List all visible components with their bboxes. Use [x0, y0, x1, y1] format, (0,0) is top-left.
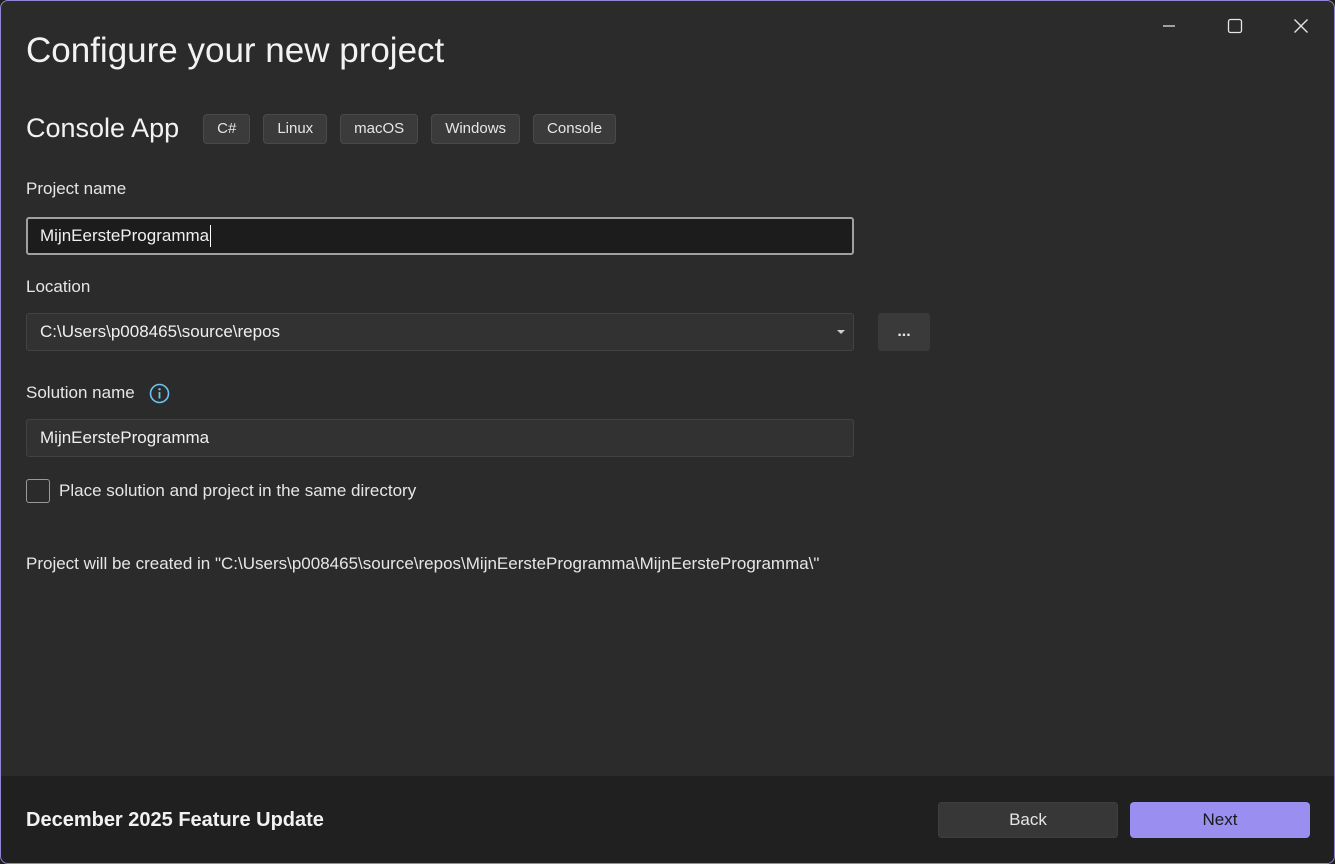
tag-platform-macos: macOS — [340, 113, 419, 144]
tag-language: C# — [203, 113, 251, 144]
next-button[interactable]: Next — [1130, 802, 1310, 838]
solution-name-value: MijnEersteProgramma — [40, 428, 210, 447]
close-button[interactable] — [1268, 9, 1334, 43]
back-button[interactable]: Back — [938, 802, 1118, 838]
tag-project-type: Console — [533, 113, 617, 144]
text-caret — [210, 225, 212, 247]
tag-platform-linux: Linux — [263, 113, 328, 144]
info-icon[interactable] — [149, 383, 170, 404]
template-name: Console App — [26, 113, 180, 143]
minimize-button[interactable] — [1136, 9, 1202, 43]
project-name-value: MijnEersteProgramma — [40, 226, 210, 245]
window-controls — [1136, 9, 1334, 43]
maximize-button[interactable] — [1202, 9, 1268, 43]
project-location-message: Project will be created in "C:\Users\p00… — [26, 554, 820, 573]
same-directory-label[interactable]: Place solution and project in the same d… — [59, 481, 416, 501]
solution-name-input[interactable]: MijnEersteProgramma — [26, 419, 854, 457]
browse-location-button[interactable]: ... — [878, 313, 930, 351]
project-name-label: Project name — [26, 179, 127, 198]
close-icon — [1294, 19, 1308, 33]
feature-update-text: December 2025 Feature Update — [26, 809, 324, 831]
dialog-footer: December 2025 Feature Update Back Next — [1, 776, 1334, 863]
chevron-down-icon — [837, 330, 845, 334]
location-dropdown[interactable]: C:\Users\p008465\source\repos — [26, 313, 854, 351]
configure-project-dialog: Configure your new project Console App C… — [0, 0, 1335, 864]
location-value: C:\Users\p008465\source\repos — [40, 322, 281, 341]
tag-platform-windows: Windows — [431, 113, 521, 144]
same-directory-checkbox[interactable] — [26, 479, 50, 503]
project-name-input[interactable]: MijnEersteProgramma — [26, 217, 854, 255]
minimize-icon — [1163, 25, 1175, 27]
solution-name-label: Solution name — [26, 383, 135, 402]
template-info: Console App C# Linux macOS Windows Conso… — [26, 113, 629, 144]
page-title: Configure your new project — [26, 31, 445, 70]
maximize-icon — [1227, 18, 1243, 34]
location-label: Location — [26, 277, 91, 296]
